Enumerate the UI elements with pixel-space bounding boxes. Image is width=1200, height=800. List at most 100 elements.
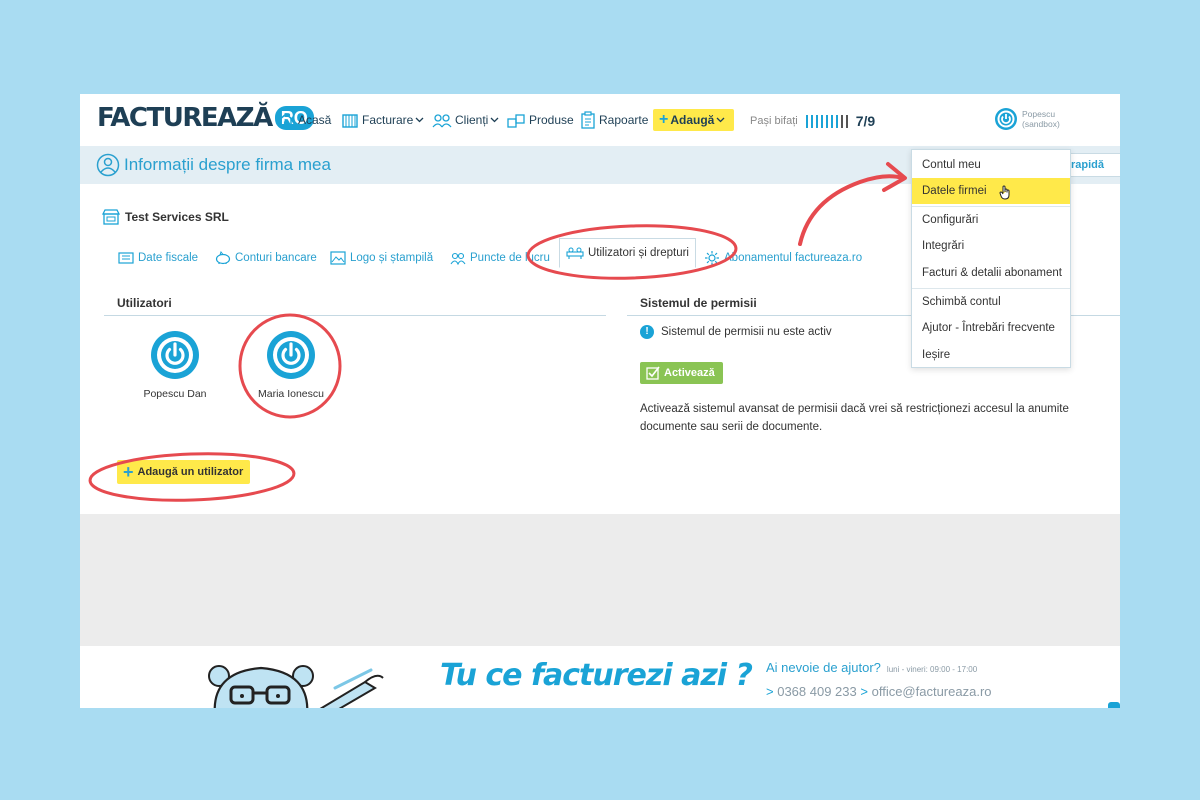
top-navigation: FACTUREAZĂ RO Acasă Facturare Clienți Pr…	[80, 94, 1120, 146]
nav-home-label: Acasă	[298, 113, 332, 127]
menu-item-my-account[interactable]: Contul meu	[912, 152, 1070, 178]
home-icon	[278, 112, 294, 128]
add-user-button[interactable]: + Adaugă un utilizator	[117, 460, 251, 484]
user-profile-icon	[96, 153, 120, 177]
tab-work-points[interactable]: Puncte de lucru	[450, 246, 550, 270]
piggy-bank-icon	[215, 251, 231, 265]
tab-logo-stamp[interactable]: Logo și ștampilă	[330, 246, 433, 270]
power-icon	[995, 108, 1017, 130]
chevron-right-icon: >	[860, 684, 868, 699]
activate-button[interactable]: Activează	[640, 362, 723, 384]
nav-products-label: Produse	[529, 113, 574, 127]
step-bar	[820, 114, 823, 128]
step-bar	[825, 114, 828, 128]
power-icon	[151, 331, 199, 379]
steps-label: Pași bifați	[750, 115, 798, 127]
checkbox-icon	[646, 366, 660, 380]
menu-item-company-data[interactable]: Datele firmei	[912, 178, 1070, 204]
nav-clients-label: Clienți	[455, 113, 489, 127]
step-bar	[835, 114, 838, 128]
permissions-status-text: Sistemul de permisii nu este activ	[661, 326, 832, 338]
help-info: Ai nevoie de ajutor? luni - vineri: 09:0…	[766, 660, 977, 675]
permissions-description: Activează sistemul avansat de permisii d…	[640, 403, 1069, 433]
footer: Tu ce facturezi azi ? Ai nevoie de ajuto…	[80, 646, 1120, 708]
tab-label: Utilizatori și drepturi	[588, 247, 689, 259]
clients-icon	[432, 113, 452, 127]
menu-item-help[interactable]: Ajutor - Întrebări frecvente	[912, 315, 1070, 341]
tab-label: Puncte de lucru	[470, 252, 550, 264]
chevron-right-icon: >	[766, 684, 774, 699]
step-bar	[815, 114, 818, 128]
clipboard-icon	[581, 111, 595, 129]
contacts: > 0368 409 233 > office@factureaza.ro	[766, 684, 992, 699]
tab-users-rights[interactable]: Utilizatori și drepturi	[559, 238, 696, 268]
chevron-down-icon	[716, 117, 725, 123]
id-card-icon	[118, 252, 134, 264]
nav-invoicing-label: Facturare	[362, 113, 414, 127]
nav-reports[interactable]: Rapoarte	[580, 109, 648, 131]
quick-search[interactable]: rapidă	[1070, 153, 1120, 177]
tab-label: Logo și ștampilă	[350, 252, 434, 264]
tab-label: Abonamentul factureaza.ro	[724, 252, 863, 264]
nav-add-button[interactable]: + Adaugă	[653, 109, 735, 131]
steps-progress[interactable]: Pași bifați 7/9	[750, 113, 875, 129]
step-bar	[805, 114, 808, 128]
nav-products[interactable]: Produse	[506, 109, 574, 131]
tab-bank-accounts[interactable]: Conturi bancare	[215, 246, 317, 270]
tab-label: Conturi bancare	[235, 252, 317, 264]
menu-item-switch-account[interactable]: Schimbă contul	[912, 289, 1070, 315]
people-icon	[450, 252, 466, 265]
nav-add-label: Adaugă	[670, 113, 715, 127]
user-mode: (sandbox)	[1022, 119, 1060, 129]
user-name: Popescu Dan	[143, 388, 207, 400]
plus-icon: +	[123, 462, 134, 482]
company-name-text: Test Services SRL	[125, 210, 229, 224]
step-bar	[830, 114, 833, 128]
account-dropdown: Contul meu Datele firmei Configurări Int…	[911, 149, 1071, 368]
step-bar	[840, 114, 843, 128]
page-title-text: Informații despre firma mea	[124, 155, 331, 174]
nav-reports-label: Rapoarte	[599, 113, 649, 127]
chevron-down-icon	[490, 117, 499, 123]
steps-bars	[805, 114, 848, 128]
menu-item-integrations[interactable]: Integrări	[912, 233, 1070, 259]
quick-search-label: rapidă	[1071, 159, 1105, 171]
tab-subscription[interactable]: Abonamentul factureaza.ro	[704, 246, 862, 270]
company-name: Test Services SRL	[102, 209, 229, 225]
page-title: Informații despre firma mea	[96, 153, 331, 177]
phone-link[interactable]: 0368 409 233	[777, 684, 857, 699]
chat-widget-edge[interactable]	[1108, 702, 1120, 708]
user-name: Popescu	[1022, 109, 1056, 119]
menu-item-logout[interactable]: Ieșire	[912, 342, 1070, 368]
nav-clients[interactable]: Clienți	[432, 109, 502, 131]
user-card[interactable]: Popescu Dan	[125, 330, 225, 400]
user-account-button[interactable]: Popescu (sandbox)	[994, 107, 1060, 131]
divider	[104, 315, 606, 316]
exclamation-icon: !	[640, 325, 654, 339]
footer-slogan: Tu ce facturezi azi ?	[440, 658, 753, 693]
activate-label: Activează	[664, 367, 715, 379]
logo-wordmark: FACTUREAZĂ	[97, 103, 273, 133]
help-hours: luni - vineri: 09:00 - 17:00	[886, 665, 978, 674]
users-section-title: Utilizatori	[117, 296, 172, 310]
nav-home[interactable]: Acasă	[277, 109, 331, 131]
users-icon	[566, 247, 584, 259]
invoice-icon	[342, 113, 358, 128]
plus-icon: +	[659, 111, 669, 128]
steps-count: 7/9	[855, 113, 876, 129]
email-link[interactable]: office@factureaza.ro	[872, 684, 992, 699]
permissions-status: ! Sistemul de permisii nu este activ	[640, 325, 832, 339]
hand-pointer-icon	[999, 185, 1010, 200]
menu-item-settings[interactable]: Configurări	[912, 207, 1070, 233]
help-title: Ai nevoie de ajutor?	[766, 660, 881, 675]
step-bar	[810, 114, 813, 128]
user-card[interactable]: Maria Ionescu	[241, 330, 341, 400]
app-window: FACTUREAZĂ RO Acasă Facturare Clienți Pr…	[80, 94, 1120, 708]
add-user-label: Adaugă un utilizator	[137, 466, 244, 478]
tab-fiscal-data[interactable]: Date fiscale	[118, 246, 198, 270]
menu-item-billing[interactable]: Facturi & detalii abonament	[912, 260, 1070, 286]
permissions-section-title: Sistemul de permisii	[640, 296, 757, 310]
nav-invoicing[interactable]: Facturare	[341, 109, 427, 131]
bear-mascot-icon	[208, 665, 384, 708]
user-name: Maria Ionescu	[258, 388, 324, 400]
